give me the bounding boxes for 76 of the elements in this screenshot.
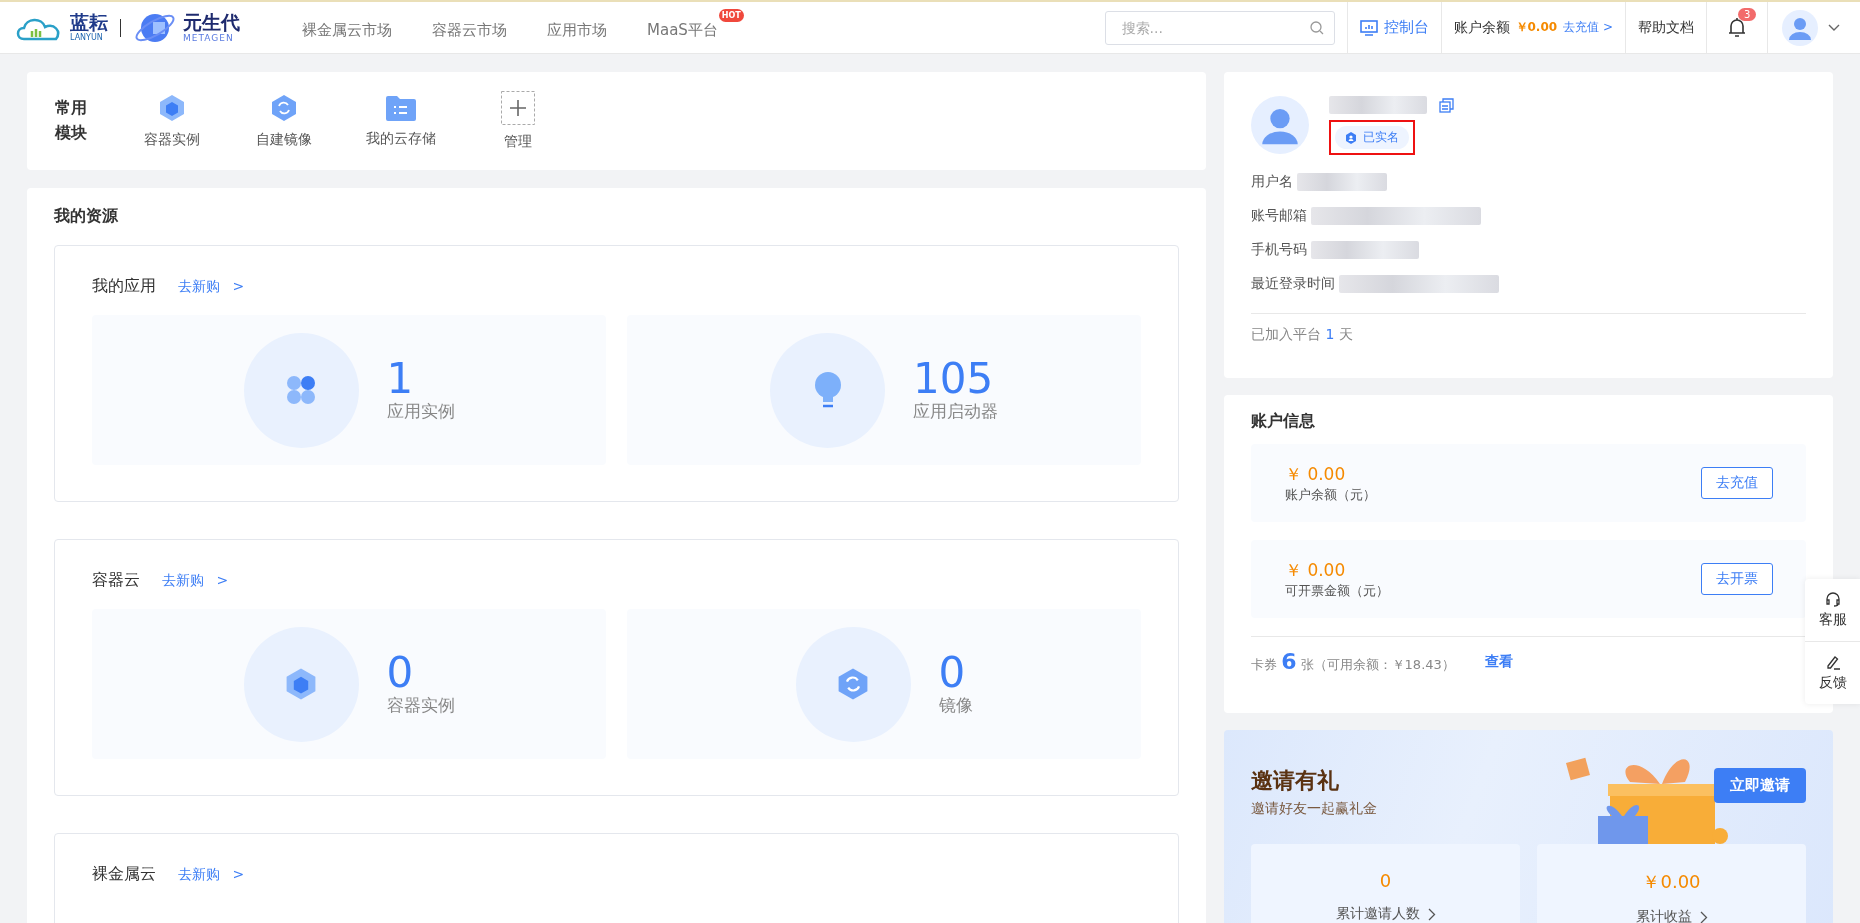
module-shortcut[interactable]: 管理 <box>488 91 549 151</box>
avatar-icon <box>1251 96 1309 154</box>
buy-new-link[interactable]: 去新购 > <box>162 571 229 590</box>
nav-link[interactable]: MaaS平台 <box>647 15 718 40</box>
joined-days-text: 已加入平台 1 天 <box>1251 313 1806 344</box>
amount-label: 账户余额（元） <box>1285 485 1377 504</box>
group-title: 容器云 <box>92 570 140 591</box>
resources-title: 我的资源 <box>54 206 119 227</box>
stat-value: 0 <box>1379 870 1392 891</box>
help-docs-link[interactable]: 帮助文档 <box>1638 18 1694 37</box>
amount-value: ￥ 0.00 <box>1285 462 1347 486</box>
invite-now-button[interactable]: 立即邀请 <box>1714 768 1806 803</box>
search-field[interactable]: 搜索... <box>1104 10 1335 45</box>
nav-link[interactable]: 裸金属云市场 <box>302 15 392 40</box>
action-button[interactable]: 去开票 <box>1701 563 1773 595</box>
stat-value: 1 <box>386 357 415 400</box>
partner-name: 元生代 <box>183 12 240 32</box>
group-title: 我的应用 <box>92 276 156 297</box>
brand-subtitle: LANYUN <box>70 34 104 42</box>
invite-subtitle: 邀请好友一起赢礼金 <box>1251 800 1378 818</box>
console-link[interactable]: 控制台 <box>1359 18 1429 37</box>
folder-icon <box>385 94 418 122</box>
group-title: 裸金属云 <box>92 864 156 885</box>
buy-new-link[interactable]: 去新购 > <box>178 277 245 296</box>
modules-title: 常用模块 <box>55 97 88 144</box>
module-shortcut[interactable]: 我的云存储 <box>366 94 437 148</box>
pen-icon <box>1824 654 1841 670</box>
recharge-link[interactable]: 去充值 > <box>1563 19 1613 36</box>
stat-label: 容器实例 <box>386 693 455 717</box>
stat-link[interactable]: 累计收益 <box>1635 908 1708 923</box>
verified-badge: 已实名 <box>1335 126 1409 149</box>
partner-subtitle: METAGEN <box>183 33 235 43</box>
stat-value: 105 <box>913 357 995 400</box>
stat-link[interactable]: 累计邀请人数 <box>1335 905 1436 923</box>
field-label: 用户名 <box>1251 173 1293 191</box>
account-title: 账户信息 <box>1251 411 1316 432</box>
notification-button[interactable] <box>1727 16 1747 39</box>
plus-icon <box>501 91 536 125</box>
avatar-icon[interactable] <box>1782 9 1818 46</box>
field-label: 手机号码 <box>1251 241 1307 259</box>
stat-value: 0 <box>386 651 415 694</box>
nav-link[interactable]: 应用市场 <box>547 15 607 40</box>
amount-value: ￥ 0.00 <box>1285 558 1347 582</box>
chevron-right-icon <box>1427 907 1436 921</box>
search-icon <box>1309 20 1324 35</box>
module-shortcut[interactable]: 容器实例 <box>142 93 203 149</box>
stat-label: 应用启动器 <box>913 399 998 423</box>
copy-icon[interactable] <box>1439 97 1454 113</box>
headset-icon <box>1824 591 1841 607</box>
sidebar-item[interactable]: 客服 <box>1805 579 1860 641</box>
sidebar-item[interactable]: 反馈 <box>1805 641 1860 704</box>
chevron-right-icon <box>1699 910 1708 923</box>
amount-label: 可开票金额（元） <box>1285 581 1390 600</box>
field-label: 账号邮箱 <box>1251 207 1307 225</box>
stat-label: 镜像 <box>938 693 973 717</box>
balance-label: 账户余额 <box>1453 18 1510 37</box>
coupon-summary: 卡券 6 张（可用余额：￥18.43） <box>1251 649 1455 674</box>
stat-value: ￥0.00 <box>1642 870 1701 894</box>
stat-value: 0 <box>938 651 967 694</box>
brand-name: 蓝耘 <box>70 13 108 32</box>
action-button[interactable]: 去充值 <box>1701 467 1773 499</box>
module-shortcut[interactable]: 自建镜像 <box>254 93 315 149</box>
field-label: 最近登录时间 <box>1251 275 1335 293</box>
buy-new-link[interactable]: 去新购 > <box>178 865 245 884</box>
bell-icon <box>1727 16 1747 39</box>
notification-count: 3 <box>1738 8 1757 21</box>
caret-icon[interactable] <box>1828 23 1840 32</box>
stat-label: 应用实例 <box>386 399 455 423</box>
monitor-icon <box>1359 19 1378 36</box>
nav-link[interactable]: 容器云市场 <box>432 15 507 40</box>
invite-title: 邀请有礼 <box>1251 767 1340 795</box>
balance-amount: ￥0.00 <box>1515 19 1558 36</box>
hot-badge: HOT <box>718 9 744 22</box>
shield-user-icon <box>1345 131 1357 144</box>
console-label: 控制台 <box>1383 18 1429 37</box>
view-link[interactable]: 查看 <box>1484 652 1513 671</box>
